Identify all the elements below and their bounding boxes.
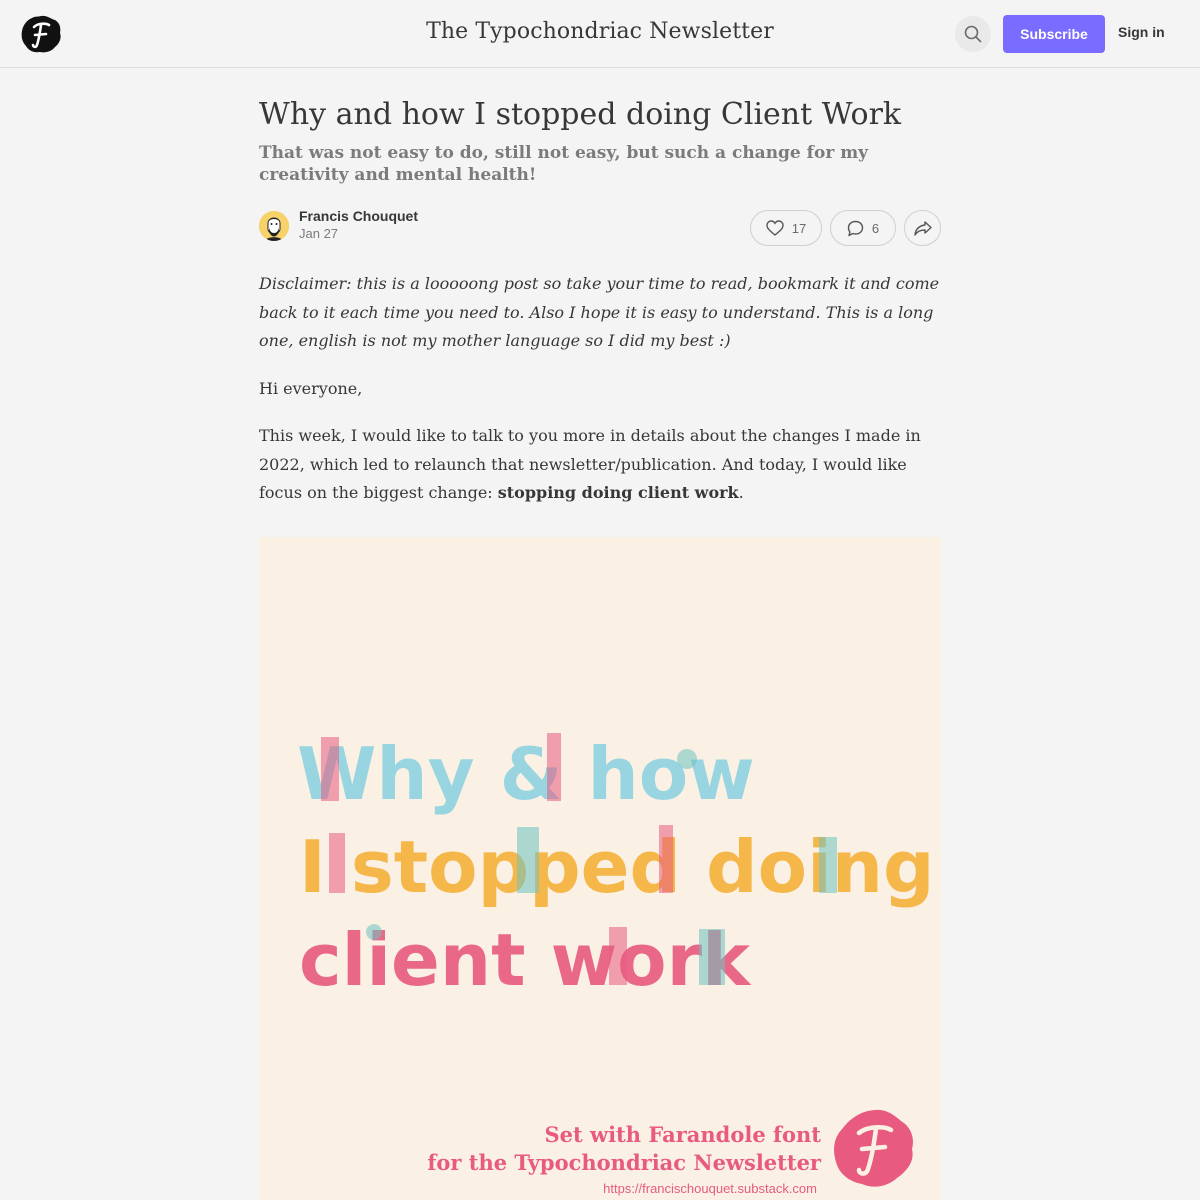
- author-avatar[interactable]: [259, 211, 289, 241]
- hero-credit-line-2: for the Typochondriac Newsletter: [427, 1150, 822, 1175]
- post-meta: Francis Chouquet Jan 27 17 6: [259, 208, 941, 248]
- greeting-paragraph: Hi everyone,: [259, 378, 363, 398]
- top-navigation-bar: The Typochondriac Newsletter Subscribe S…: [0, 0, 1200, 68]
- post-subtitle: That was not easy to do, still not easy,…: [259, 143, 869, 185]
- search-icon: [964, 25, 982, 43]
- hero-line-2: I stopped doing: [299, 825, 935, 909]
- share-button[interactable]: [904, 210, 941, 246]
- heart-icon: [766, 220, 784, 236]
- hero-line-1: Why & how: [297, 732, 755, 816]
- post-article: Why and how I stopped doing Client Work …: [259, 96, 941, 527]
- disclaimer-paragraph: Disclaimer: this is a looooong post so t…: [259, 274, 940, 350]
- hero-credit-line-1: Set with Farandole font: [544, 1122, 821, 1147]
- search-button[interactable]: [955, 16, 991, 52]
- author-name[interactable]: Francis Chouquet: [299, 208, 418, 224]
- intro-paragraph: This week, I would like to talk to you m…: [259, 422, 941, 508]
- post-body: Disclaimer: this is a looooong post so t…: [259, 270, 941, 508]
- intro-end: .: [738, 483, 744, 502]
- comment-button[interactable]: 6: [830, 210, 896, 246]
- share-icon: [913, 221, 932, 236]
- hero-image[interactable]: Why & how I stopped doing client work Se…: [259, 537, 941, 1200]
- hero-credit-url: https://francischouquet.substack.com: [603, 1181, 817, 1196]
- intro-bold-text: stopping doing client work: [497, 483, 739, 502]
- like-button[interactable]: 17: [750, 210, 822, 246]
- comment-icon: [847, 220, 864, 236]
- sign-in-link[interactable]: Sign in: [1118, 24, 1165, 40]
- comment-count: 6: [871, 220, 880, 236]
- post-date: Jan 27: [299, 226, 339, 241]
- like-count: 17: [791, 220, 807, 236]
- subscribe-button[interactable]: Subscribe: [1003, 15, 1105, 53]
- post-title: Why and how I stopped doing Client Work: [259, 97, 902, 132]
